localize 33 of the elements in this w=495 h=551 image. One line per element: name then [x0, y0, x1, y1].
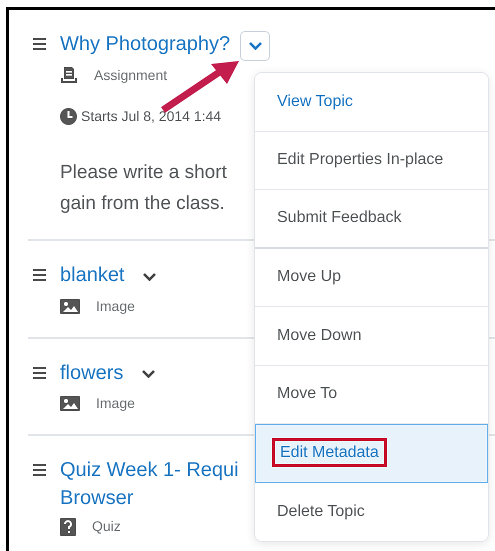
menu-item[interactable]: Submit Feedback	[255, 190, 488, 248]
description-text: Please write a short	[60, 160, 227, 185]
image-icon	[60, 396, 80, 412]
type-label: Image	[96, 394, 135, 414]
drag-handle-icon[interactable]	[33, 366, 46, 379]
menu-item[interactable]: Edit Properties In-place	[255, 132, 488, 190]
drag-handle-icon[interactable]	[33, 464, 46, 476]
topic-link[interactable]: blanket	[60, 264, 124, 286]
start-date: Starts Jul 8, 2014 1:44	[81, 106, 222, 126]
drag-handle-icon[interactable]	[33, 38, 46, 50]
description-text: gain from the class.	[60, 192, 225, 216]
menu-item[interactable]: Move To	[255, 366, 488, 424]
image-icon	[60, 298, 80, 314]
dropdown-button[interactable]	[240, 30, 270, 61]
chevron-down-icon	[143, 272, 156, 281]
drag-handle-icon[interactable]	[33, 268, 46, 281]
menu-item[interactable]: Move Up	[255, 248, 488, 307]
type-label: Image	[96, 296, 135, 316]
type-label: Assignment	[94, 66, 168, 85]
topic-link[interactable]: Quiz Week 1- Requi	[60, 459, 239, 482]
topic-link[interactable]: flowers	[60, 362, 124, 384]
question-icon	[60, 518, 76, 536]
chevron-down-icon	[248, 42, 262, 50]
menu-item[interactable]: Edit Metadata	[255, 424, 488, 482]
clock-icon	[60, 108, 77, 125]
document-tray-icon	[60, 66, 78, 84]
chevron-down-icon	[142, 370, 155, 378]
menu-item[interactable]: Delete Topic	[255, 482, 488, 541]
topic-link[interactable]: Browser	[60, 487, 134, 510]
type-label: Quiz	[92, 517, 121, 536]
menu-item[interactable]: View Topic	[255, 73, 488, 132]
topic-link[interactable]: Why Photography?	[60, 33, 230, 55]
menu-item[interactable]: Move Down	[255, 307, 488, 366]
